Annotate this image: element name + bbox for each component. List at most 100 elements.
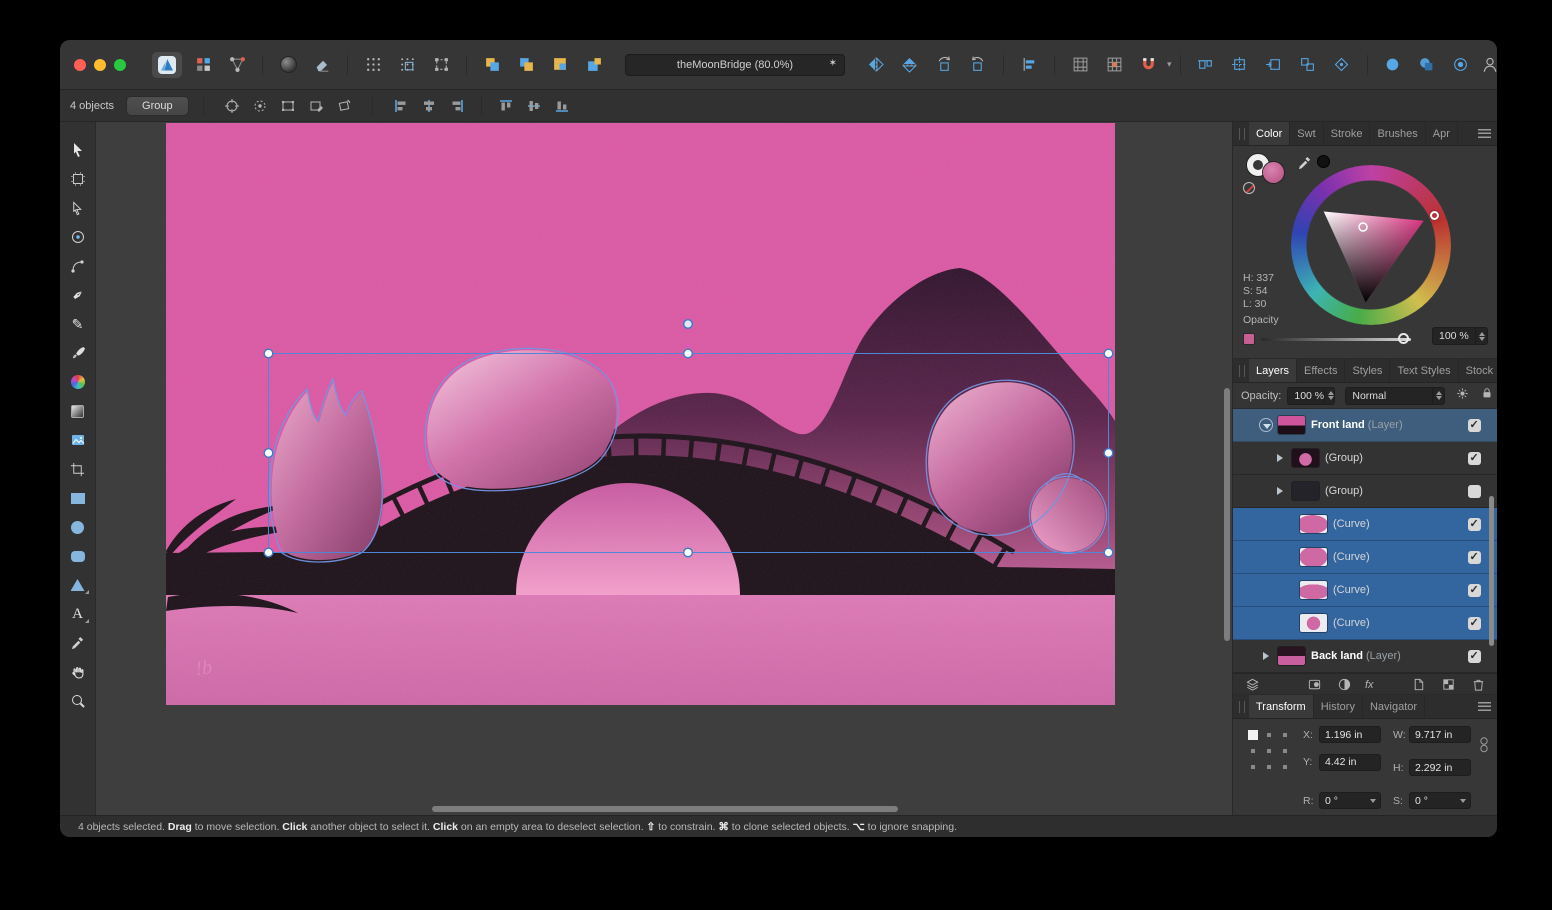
fx-icon[interactable]: fx: [1365, 679, 1374, 691]
sl-triangle[interactable]: [1311, 185, 1431, 305]
align-middle-icon[interactable]: [523, 95, 545, 117]
layer-row[interactable]: (Curve): [1233, 508, 1497, 541]
pencil-tool[interactable]: ✎: [63, 312, 93, 336]
ellipse-tool[interactable]: [63, 515, 93, 539]
document-title-dropdown[interactable]: theMoonBridge (80.0%) ✶: [625, 54, 845, 76]
layers-panel-tab[interactable]: Stock: [1459, 359, 1497, 382]
pixel-alignment-icon[interactable]: [1102, 53, 1126, 77]
place-image-tool[interactable]: [63, 428, 93, 452]
disclosure-triangle[interactable]: [1281, 550, 1295, 564]
dot-grid-alt-icon[interactable]: [395, 53, 419, 77]
disclosure-triangle[interactable]: [1273, 451, 1287, 465]
triangle-tool[interactable]: [63, 573, 93, 597]
flip-horizontal-icon[interactable]: [864, 53, 888, 77]
layers-panel-tab[interactable]: Layers: [1249, 359, 1297, 382]
zoom-tool[interactable]: [63, 689, 93, 713]
canvas-horizontal-scrollbar[interactable]: [432, 806, 898, 812]
rectangle-tool[interactable]: [63, 486, 93, 510]
colour-picker-tool[interactable]: [63, 631, 93, 655]
layers-panel-tab[interactable]: Text Styles: [1390, 359, 1458, 382]
layer-visibility-checkbox[interactable]: [1468, 584, 1481, 597]
align-left-icon[interactable]: [390, 95, 412, 117]
layer-row[interactable]: (Curve): [1233, 541, 1497, 574]
dot-grid-icon[interactable]: [361, 53, 385, 77]
zoom-button[interactable]: [114, 59, 126, 71]
transform-field-input[interactable]: 9.717 in: [1409, 726, 1471, 743]
transform-field-input[interactable]: 4.42 in: [1319, 754, 1381, 771]
sphere-icon[interactable]: [276, 53, 300, 77]
disclosure-triangle[interactable]: [1281, 517, 1295, 531]
delete-layer-icon[interactable]: [1469, 676, 1487, 694]
panel-menu-icon[interactable]: [1478, 129, 1491, 138]
layers-panel-tab[interactable]: Styles: [1345, 359, 1390, 382]
panel-grip[interactable]: [1239, 701, 1245, 713]
snapping-options-caret[interactable]: ▾: [1167, 59, 1172, 70]
transform-field-input[interactable]: 2.292 in: [1409, 759, 1471, 776]
new-pixel-layer-icon[interactable]: [1439, 676, 1457, 694]
snap-candidate-3-icon[interactable]: [1262, 53, 1286, 77]
snap-candidate-5-icon[interactable]: [1330, 53, 1354, 77]
opacity-slider[interactable]: [1261, 338, 1411, 341]
disclosure-triangle[interactable]: [1281, 616, 1295, 630]
selection-visibility-icon[interactable]: [249, 95, 271, 117]
minimize-button[interactable]: [94, 59, 106, 71]
transform-box-icon[interactable]: [429, 53, 453, 77]
layer-row[interactable]: (Group): [1233, 442, 1497, 475]
layer-row[interactable]: Front land(Layer): [1233, 409, 1497, 442]
rotation-handle[interactable]: [684, 320, 693, 329]
pen-tool[interactable]: ✒: [63, 283, 93, 307]
layers-panel-tab[interactable]: Effects: [1297, 359, 1345, 382]
insert-on-top-icon[interactable]: [582, 53, 606, 77]
edit-bounds-icon[interactable]: [305, 95, 327, 117]
layer-row[interactable]: (Curve): [1233, 607, 1497, 640]
snapping-magnet-icon[interactable]: [1136, 53, 1160, 77]
color-panel-tab[interactable]: Color: [1249, 122, 1290, 145]
point-transform-tool[interactable]: [63, 225, 93, 249]
color-panel-tab[interactable]: Apr: [1426, 122, 1458, 145]
view-tool[interactable]: [63, 660, 93, 684]
close-button[interactable]: [74, 59, 86, 71]
layer-visibility-checkbox[interactable]: [1468, 485, 1481, 498]
geometry-combine-icon[interactable]: [1415, 53, 1439, 77]
align-right-icon[interactable]: [446, 95, 468, 117]
account-icon[interactable]: [1478, 53, 1497, 77]
layer-row[interactable]: (Group): [1233, 475, 1497, 508]
layers-opacity-dropdown[interactable]: 100 %: [1287, 387, 1335, 405]
fill-tool[interactable]: [63, 370, 93, 394]
no-colour-swatch[interactable]: [1243, 182, 1255, 194]
adjustment-layer-icon[interactable]: [1335, 676, 1353, 694]
insert-inside-icon[interactable]: [548, 53, 572, 77]
hue-marker[interactable]: [1430, 211, 1439, 220]
layers-scrollbar[interactable]: [1489, 496, 1494, 646]
blend-options-gear-icon[interactable]: [1455, 386, 1470, 406]
corner-tool[interactable]: [63, 254, 93, 278]
align-top-icon[interactable]: [495, 95, 517, 117]
insert-behind-icon[interactable]: [480, 53, 504, 77]
disclosure-triangle[interactable]: [1259, 649, 1273, 663]
export-persona-icon[interactable]: [225, 53, 249, 77]
fill-swatch[interactable]: [1263, 162, 1284, 183]
color-panel-tab[interactable]: Brushes: [1370, 122, 1425, 145]
disclosure-triangle[interactable]: [1273, 484, 1287, 498]
snap-candidate-2-icon[interactable]: [1228, 53, 1252, 77]
align-bottom-icon[interactable]: [551, 95, 573, 117]
artboard-tool[interactable]: [63, 167, 93, 191]
grid-icon[interactable]: [1068, 53, 1092, 77]
alignment-icon[interactable]: [1017, 53, 1041, 77]
rounded-rectangle-tool[interactable]: [63, 544, 93, 568]
panel-menu-icon[interactable]: [1478, 702, 1491, 711]
color-panel-tab[interactable]: Stroke: [1324, 122, 1371, 145]
rotate-cw-icon[interactable]: [966, 53, 990, 77]
anchor-point-selector[interactable]: [1245, 727, 1293, 780]
opacity-slider-knob[interactable]: [1398, 333, 1409, 344]
rotate-ccw-icon[interactable]: [932, 53, 956, 77]
pixel-persona-icon[interactable]: [191, 53, 215, 77]
color-panel-tab[interactable]: Swt: [1290, 122, 1323, 145]
blend-mode-dropdown[interactable]: Normal: [1345, 387, 1445, 405]
align-center-icon[interactable]: [418, 95, 440, 117]
transform-field-input[interactable]: 0 °: [1409, 792, 1471, 809]
geometry-add-icon[interactable]: [1381, 53, 1405, 77]
artistic-text-tool[interactable]: A: [63, 602, 93, 626]
snap-candidate-4-icon[interactable]: [1296, 53, 1320, 77]
opacity-value-dropdown[interactable]: 100 %: [1432, 327, 1488, 345]
